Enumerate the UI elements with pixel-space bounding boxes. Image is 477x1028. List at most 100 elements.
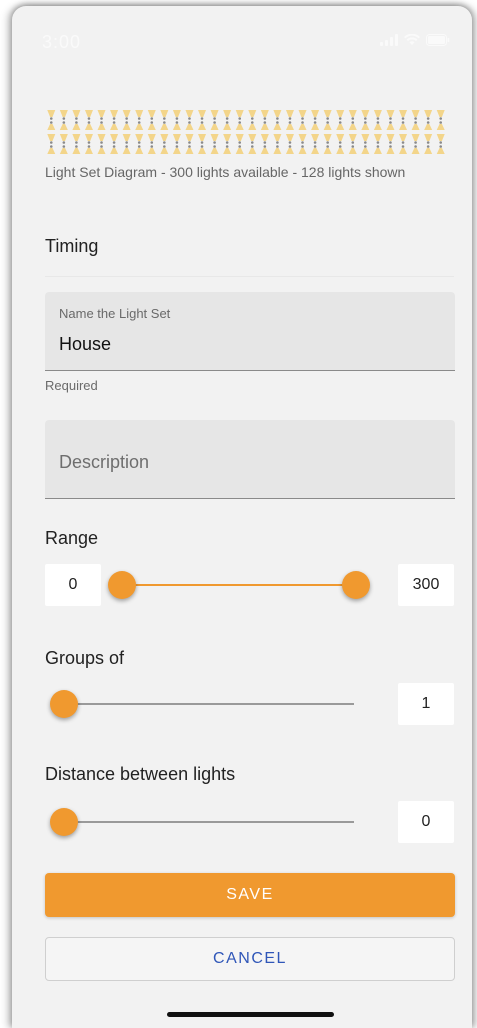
groups-value-input[interactable]: 1: [398, 683, 454, 725]
light-socket: [313, 117, 317, 120]
light-bulb: [298, 134, 307, 141]
light-bulb: [185, 124, 194, 130]
light-bulb: [248, 148, 257, 154]
range-min-thumb[interactable]: [108, 571, 136, 599]
light-bulb: [436, 134, 445, 141]
light-bulb: [361, 110, 370, 117]
light-bulb: [47, 134, 56, 141]
light-socket: [250, 121, 254, 124]
light-socket: [150, 145, 154, 148]
light-bulb: [198, 134, 207, 141]
light-bulb: [172, 148, 181, 154]
light-bulb: [323, 110, 332, 117]
light-socket: [200, 117, 204, 120]
light-socket: [426, 145, 430, 148]
distance-value-input[interactable]: 0: [398, 801, 454, 843]
light-socket: [213, 121, 216, 124]
app-screen: 3:00 Light Set Diagram - 300 lights avai…: [12, 6, 472, 1028]
light-bulb: [411, 124, 420, 130]
light-bulb: [210, 134, 219, 141]
light-bulb: [84, 148, 93, 154]
light-socket: [401, 145, 405, 148]
light-bulb: [399, 124, 408, 130]
light-bulb: [285, 134, 294, 141]
light-bulb: [260, 148, 269, 154]
light-bulb: [84, 110, 93, 117]
description-field[interactable]: Description: [45, 420, 455, 499]
light-bulb: [235, 124, 244, 130]
light-socket: [213, 141, 216, 144]
home-indicator[interactable]: [167, 1012, 334, 1017]
divider: [45, 276, 454, 277]
light-socket: [439, 141, 443, 144]
light-socket: [338, 117, 342, 120]
light-bulb: [47, 148, 56, 154]
light-bulb: [160, 124, 169, 130]
light-socket: [389, 121, 392, 124]
light-bulb: [399, 110, 408, 117]
cancel-button[interactable]: CANCEL: [45, 937, 455, 981]
light-bulb: [348, 134, 357, 141]
light-bulb: [47, 124, 56, 130]
light-socket: [112, 117, 116, 120]
light-socket: [439, 145, 443, 148]
light-bulb: [59, 134, 68, 141]
light-socket: [376, 141, 380, 144]
light-socket: [351, 117, 355, 120]
light-bulb: [110, 124, 119, 130]
distance-slider-track[interactable]: [64, 821, 354, 823]
light-socket: [175, 145, 179, 148]
light-socket: [288, 121, 292, 124]
range-slider-track[interactable]: [122, 584, 352, 586]
light-socket: [401, 117, 405, 120]
save-button[interactable]: SAVE: [45, 873, 455, 917]
name-field-value[interactable]: House: [59, 334, 111, 355]
light-socket: [238, 145, 242, 148]
range-min-input[interactable]: 0: [45, 564, 101, 606]
light-bulb: [311, 148, 320, 154]
light-socket: [301, 117, 304, 120]
light-socket: [137, 145, 141, 148]
light-bulb: [399, 148, 408, 154]
light-bulb: [198, 110, 207, 117]
light-bulb: [223, 124, 232, 130]
light-socket: [326, 121, 329, 124]
light-socket: [414, 117, 417, 120]
light-bulb: [110, 134, 119, 141]
light-socket: [426, 117, 430, 120]
light-bulb: [424, 124, 433, 130]
light-socket: [225, 121, 229, 124]
description-placeholder[interactable]: Description: [59, 452, 149, 473]
range-max-input[interactable]: 300: [398, 564, 454, 606]
light-socket: [414, 141, 417, 144]
status-bar: 3:00: [12, 6, 472, 86]
light-socket: [62, 141, 66, 144]
light-bulb: [185, 134, 194, 141]
light-bulb: [135, 148, 144, 154]
groups-slider-track[interactable]: [64, 703, 354, 705]
light-bulb: [185, 110, 194, 117]
light-bulb: [160, 134, 169, 141]
light-bulb: [172, 124, 181, 130]
light-socket: [364, 141, 367, 144]
name-field[interactable]: Name the Light Set House: [45, 292, 455, 371]
groups-slider-thumb[interactable]: [50, 690, 78, 718]
light-bulb: [285, 124, 294, 130]
light-socket: [439, 121, 443, 124]
light-bulb: [147, 148, 156, 154]
distance-slider-thumb[interactable]: [50, 808, 78, 836]
light-socket: [426, 141, 430, 144]
range-max-thumb[interactable]: [342, 571, 370, 599]
groups-heading: Groups of: [45, 648, 125, 668]
timing-heading[interactable]: Timing: [45, 236, 98, 257]
light-bulb: [147, 110, 156, 117]
light-bulb: [122, 110, 131, 117]
light-bulb: [47, 110, 56, 117]
light-socket: [49, 121, 53, 124]
light-socket: [125, 117, 128, 120]
light-socket: [62, 117, 66, 120]
light-socket: [150, 121, 154, 124]
light-socket: [137, 121, 141, 124]
light-bulb: [72, 134, 81, 141]
light-bulb: [59, 124, 68, 130]
